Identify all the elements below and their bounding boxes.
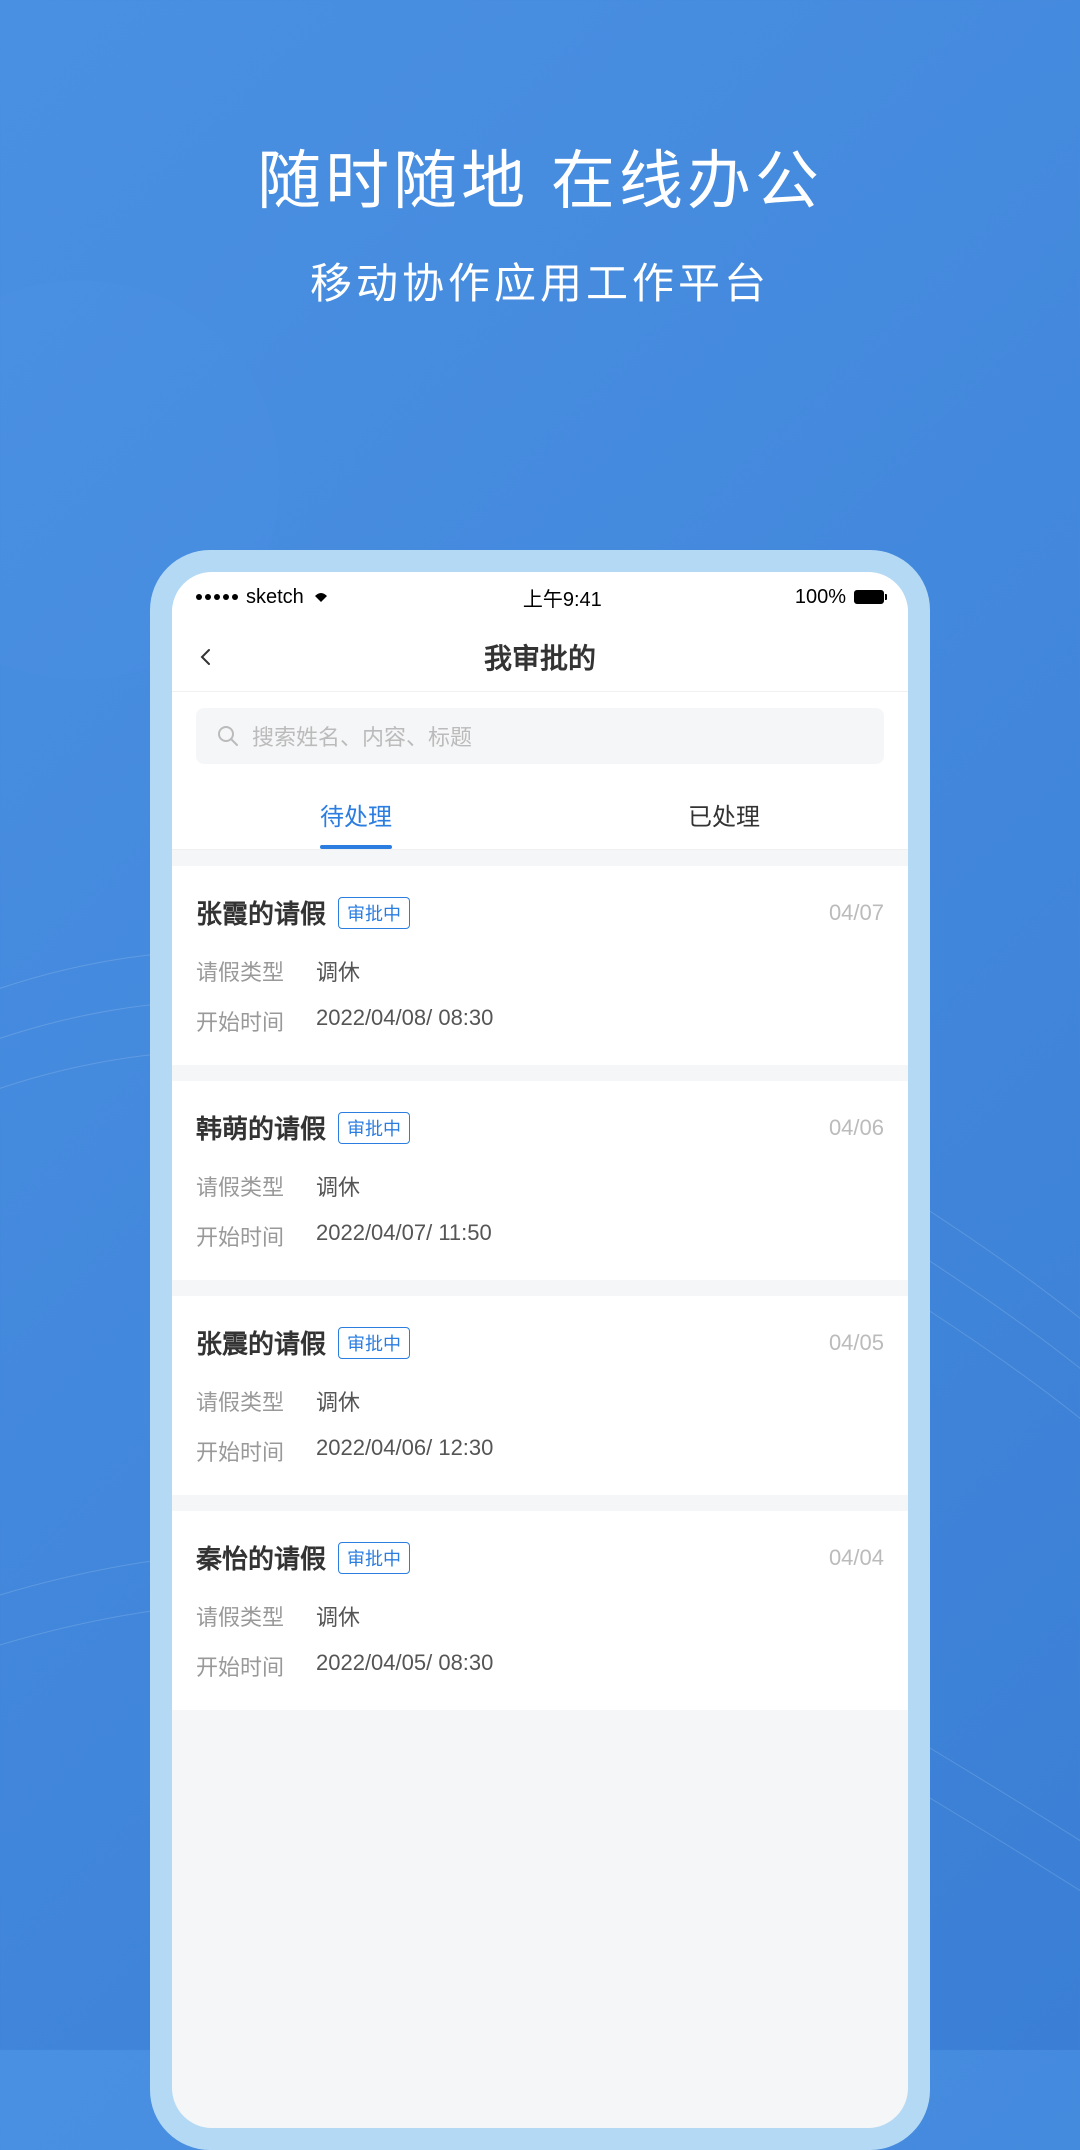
start-time-value: 2022/04/07/ 11:50 [316, 1220, 492, 1252]
start-time-value: 2022/04/06/ 12:30 [316, 1435, 493, 1467]
approval-card[interactable]: 韩萌的请假 审批中 04/06 请假类型 调休 开始时间 2022/04/07/… [172, 1081, 908, 1280]
approval-card[interactable]: 张震的请假 审批中 04/05 请假类型 调休 开始时间 2022/04/06/… [172, 1296, 908, 1495]
approval-card[interactable]: 秦怡的请假 审批中 04/04 请假类型 调休 开始时间 2022/04/05/… [172, 1511, 908, 1710]
tab-pending[interactable]: 待处理 [172, 780, 540, 849]
search-input[interactable]: 搜索姓名、内容、标题 [196, 708, 884, 764]
tabs: 待处理 已处理 [172, 780, 908, 850]
card-date: 04/05 [829, 1330, 884, 1356]
start-time-value: 2022/04/05/ 08:30 [316, 1650, 493, 1682]
leave-type-label: 请假类型 [196, 1385, 316, 1417]
start-time-label: 开始时间 [196, 1650, 316, 1682]
phone-frame: sketch 上午9:41 100% 我审批的 [150, 550, 930, 2150]
status-bar: sketch 上午9:41 100% [172, 572, 908, 622]
phone-screen: sketch 上午9:41 100% 我审批的 [172, 572, 908, 2128]
status-time: 上午9:41 [523, 583, 602, 612]
card-title: 秦怡的请假 [196, 1539, 326, 1576]
card-title: 张霞的请假 [196, 894, 326, 931]
approval-list: 张霞的请假 审批中 04/07 请假类型 调休 开始时间 2022/04/08/… [172, 866, 908, 1710]
leave-type-value: 调休 [316, 955, 360, 987]
leave-type-label: 请假类型 [196, 1170, 316, 1202]
start-time-label: 开始时间 [196, 1005, 316, 1037]
card-title: 张震的请假 [196, 1324, 326, 1361]
search-icon [216, 724, 240, 748]
back-icon[interactable] [196, 647, 216, 667]
tab-processed[interactable]: 已处理 [540, 780, 908, 849]
start-time-label: 开始时间 [196, 1220, 316, 1252]
card-date: 04/06 [829, 1115, 884, 1141]
page-title: 我审批的 [172, 637, 908, 677]
leave-type-label: 请假类型 [196, 1600, 316, 1632]
search-placeholder: 搜索姓名、内容、标题 [252, 720, 472, 752]
leave-type-value: 调休 [316, 1600, 360, 1632]
status-badge: 审批中 [338, 897, 410, 929]
status-badge: 审批中 [338, 1112, 410, 1144]
card-date: 04/07 [829, 900, 884, 926]
card-title: 韩萌的请假 [196, 1109, 326, 1146]
approval-card[interactable]: 张霞的请假 审批中 04/07 请假类型 调休 开始时间 2022/04/08/… [172, 866, 908, 1065]
tab-pending-label: 待处理 [320, 797, 392, 832]
tab-processed-label: 已处理 [688, 797, 760, 832]
nav-bar: 我审批的 [172, 622, 908, 692]
card-date: 04/04 [829, 1545, 884, 1571]
status-badge: 审批中 [338, 1327, 410, 1359]
leave-type-label: 请假类型 [196, 955, 316, 987]
carrier-label: sketch [246, 586, 304, 609]
search-container: 搜索姓名、内容、标题 [172, 692, 908, 780]
status-badge: 审批中 [338, 1542, 410, 1574]
start-time-value: 2022/04/08/ 08:30 [316, 1005, 493, 1037]
start-time-label: 开始时间 [196, 1435, 316, 1467]
battery-icon [854, 590, 884, 604]
battery-percent: 100% [795, 586, 846, 609]
signal-icon [196, 594, 238, 600]
leave-type-value: 调休 [316, 1385, 360, 1417]
wifi-icon [312, 590, 330, 604]
leave-type-value: 调休 [316, 1170, 360, 1202]
